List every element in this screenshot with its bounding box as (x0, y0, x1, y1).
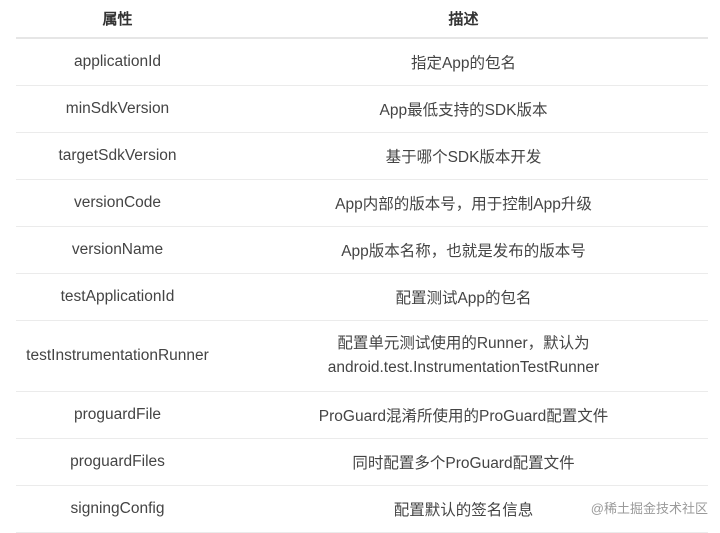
table-row: minSdkVersion App最低支持的SDK版本 (16, 86, 708, 133)
description-cell: 配置测试App的包名 (395, 290, 532, 307)
attribute-cell: proguardFiles (70, 453, 165, 470)
attributes-table: 属性 描述 applicationId 指定App的包名 minSdkVersi… (16, 0, 708, 533)
attribute-cell: versionCode (73, 194, 162, 211)
description-cell: App最低支持的SDK版本 (379, 102, 548, 119)
attribute-cell: applicationId (73, 53, 162, 70)
attribute-cell: testInstrumentationRunner (26, 347, 209, 364)
table-row: applicationId 指定App的包名 (16, 39, 708, 86)
table-row: testApplicationId 配置测试App的包名 (16, 274, 708, 321)
attribute-cell: targetSdkVersion (58, 147, 177, 164)
table-header: 属性 描述 (16, 0, 708, 39)
header-description: 描述 (448, 11, 479, 28)
description-line: 配置单元测试使用的Runner，默认为 (337, 335, 590, 352)
description-cell: ProGuard混淆所使用的ProGuard配置文件 (318, 408, 609, 425)
attribute-cell: proguardFile (73, 406, 162, 423)
attribute-cell: signingConfig (70, 500, 165, 517)
table-row: targetSdkVersion 基于哪个SDK版本开发 (16, 133, 708, 180)
description-cell: App版本名称，也就是发布的版本号 (341, 243, 586, 260)
description-cell: 指定App的包名 (410, 55, 517, 72)
table-row: proguardFile ProGuard混淆所使用的ProGuard配置文件 (16, 392, 708, 439)
attribute-cell: minSdkVersion (65, 100, 170, 117)
table-row: testInstrumentationRunner 配置单元测试使用的Runne… (16, 321, 708, 392)
table-row: versionCode App内部的版本号，用于控制App升级 (16, 180, 708, 227)
description-cell: App内部的版本号，用于控制App升级 (335, 196, 592, 213)
header-attribute: 属性 (102, 11, 133, 28)
table-row: versionName App版本名称，也就是发布的版本号 (16, 227, 708, 274)
table-row: proguardFiles 同时配置多个ProGuard配置文件 (16, 439, 708, 486)
description-cell: 基于哪个SDK版本开发 (385, 149, 542, 166)
attribute-cell: versionName (71, 241, 164, 258)
description-line: android.test.InstrumentationTestRunner (327, 359, 600, 376)
attribute-cell: testApplicationId (60, 288, 175, 305)
description-cell: 同时配置多个ProGuard配置文件 (352, 455, 575, 472)
watermark: @稀土掘金技术社区 (590, 501, 708, 516)
description-cell: 配置单元测试使用的Runner，默认为 android.test.Instrum… (219, 332, 708, 380)
